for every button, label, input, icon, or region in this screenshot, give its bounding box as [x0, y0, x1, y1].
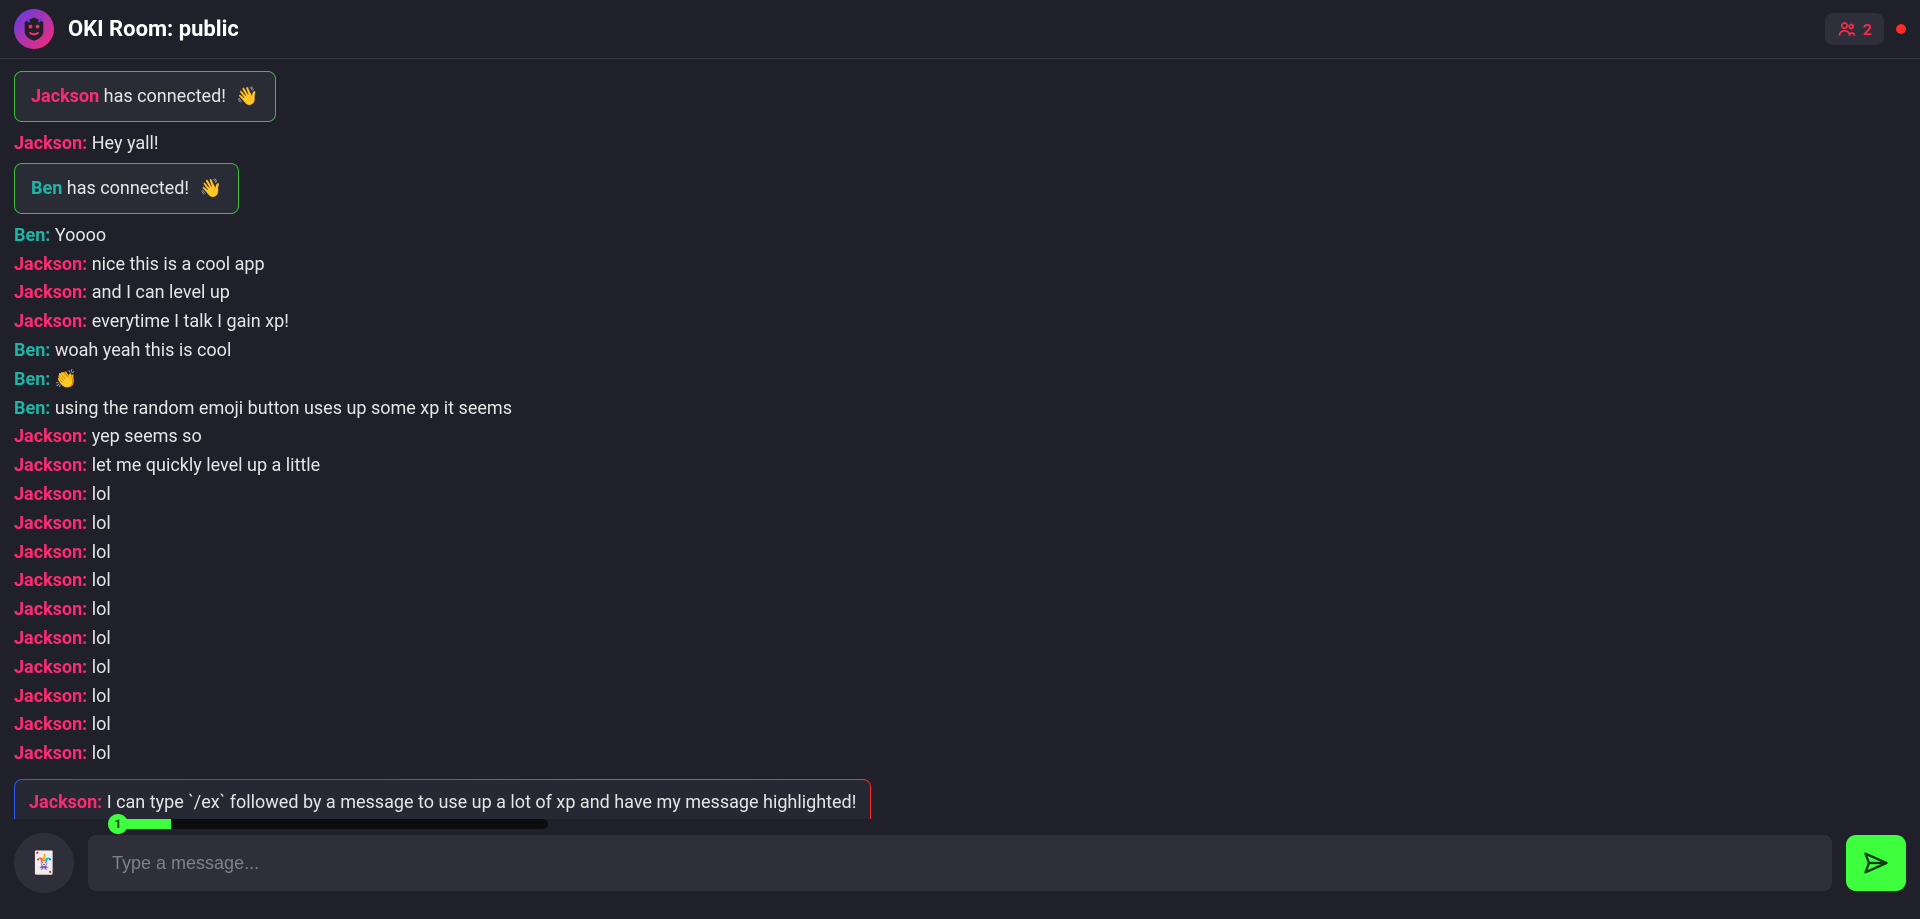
status-dot-icon [1896, 24, 1906, 34]
message-input[interactable] [88, 835, 1832, 891]
message-line: Jackson: let me quickly level up a littl… [14, 452, 1906, 481]
connect-notice: Jackson has connected! 👋 [14, 71, 276, 122]
connect-text: has connected! [99, 86, 230, 107]
username: Jackson: [14, 484, 87, 505]
username: Jackson: [14, 743, 87, 764]
message-text: 👏 [50, 369, 77, 390]
message-text: Yoooo [50, 225, 106, 246]
username: Jackson: [29, 792, 102, 813]
username: Jackson: [14, 714, 87, 735]
input-wrapper: 1 [88, 835, 1832, 891]
message-line: Jackson: lol [14, 567, 1906, 596]
message-line: Jackson: lol [14, 481, 1906, 510]
message-text: using the random emoji button uses up so… [50, 398, 512, 419]
username: Ben: [14, 369, 50, 390]
username: Jackson: [14, 426, 87, 447]
users-icon [1837, 19, 1857, 39]
message-text: lol [87, 484, 110, 505]
send-icon [1862, 849, 1890, 877]
highlighted-message: Jackson: I can type `/ex` followed by a … [14, 779, 871, 819]
message-line: Jackson: lol [14, 740, 1906, 769]
username: Jackson: [14, 311, 87, 332]
message-line: Jackson: lol [14, 683, 1906, 712]
message-text: yep seems so [87, 426, 201, 447]
username: Jackson: [14, 133, 87, 154]
username: Jackson: [14, 686, 87, 707]
send-button[interactable] [1846, 835, 1906, 891]
wave-icon: 👋 [236, 86, 258, 107]
username: Jackson: [14, 570, 87, 591]
username: Jackson: [14, 282, 87, 303]
user-count-value: 2 [1863, 20, 1872, 39]
message-line: Jackson: lol [14, 596, 1906, 625]
message-line: Jackson: lol [14, 510, 1906, 539]
username: Jackson: [14, 254, 87, 275]
random-emoji-button[interactable]: 🃏 [14, 833, 74, 893]
joker-card-icon: 🃏 [30, 851, 57, 876]
message-line: Jackson: lol [14, 654, 1906, 683]
message-text: lol [87, 743, 110, 764]
message-line: Jackson: and I can level up [14, 279, 1906, 308]
message-text: and I can level up [87, 282, 230, 303]
message-text: lol [87, 542, 110, 563]
message-text: lol [87, 599, 110, 620]
message-text: I can type `/ex` followed by a message t… [102, 792, 856, 813]
message-text: woah yeah this is cool [50, 340, 231, 361]
username: Jackson: [14, 599, 87, 620]
message-text: everytime I talk I gain xp! [87, 311, 289, 332]
message-text: lol [87, 686, 110, 707]
message-line: Ben: using the random emoji button uses … [14, 395, 1906, 424]
message-text: lol [87, 657, 110, 678]
message-line: Ben: 👏 [14, 366, 1906, 395]
connect-notice: Ben has connected! 👋 [14, 163, 239, 214]
username: Ben: [14, 398, 50, 419]
header: OKI Room: public 2 [0, 0, 1920, 59]
username: Jackson: [14, 657, 87, 678]
app-title: OKI Room: public [68, 17, 239, 42]
message-line: Jackson: Hey yall! [14, 130, 1906, 159]
message-line: Jackson: lol [14, 625, 1906, 654]
message-line: Jackson: yep seems so [14, 423, 1906, 452]
connect-text: has connected! [62, 178, 193, 199]
message-text: lol [87, 570, 110, 591]
message-line: Jackson: lol [14, 711, 1906, 740]
message-line: Ben: Yoooo [14, 222, 1906, 251]
username: Jackson: [14, 455, 87, 476]
message-line: Jackson: nice this is a cool app [14, 251, 1906, 280]
message-line: Jackson: everytime I talk I gain xp! [14, 308, 1906, 337]
wave-icon: 👋 [199, 178, 221, 199]
message-text: let me quickly level up a little [87, 455, 320, 476]
app-logo-icon [14, 9, 54, 49]
footer: 🃏 1 [0, 819, 1920, 919]
xp-level-badge: 1 [108, 814, 128, 834]
message-line: Ben: woah yeah this is cool [14, 337, 1906, 366]
message-text: nice this is a cool app [87, 254, 264, 275]
username: Ben [31, 178, 62, 199]
message-text: lol [87, 628, 110, 649]
chat-area[interactable]: Jackson has connected! 👋 Jackson: Hey yal… [0, 59, 1920, 819]
username: Jackson [31, 86, 99, 107]
message-text: Hey yall! [87, 133, 158, 154]
message-line: Jackson: lol [14, 539, 1906, 568]
message-text: lol [87, 714, 110, 735]
xp-bar: 1 [108, 819, 548, 829]
username: Jackson: [14, 628, 87, 649]
message-text: lol [87, 513, 110, 534]
user-count-badge[interactable]: 2 [1825, 13, 1884, 45]
username: Ben: [14, 225, 50, 246]
username: Jackson: [14, 542, 87, 563]
username: Jackson: [14, 513, 87, 534]
username: Ben: [14, 340, 50, 361]
